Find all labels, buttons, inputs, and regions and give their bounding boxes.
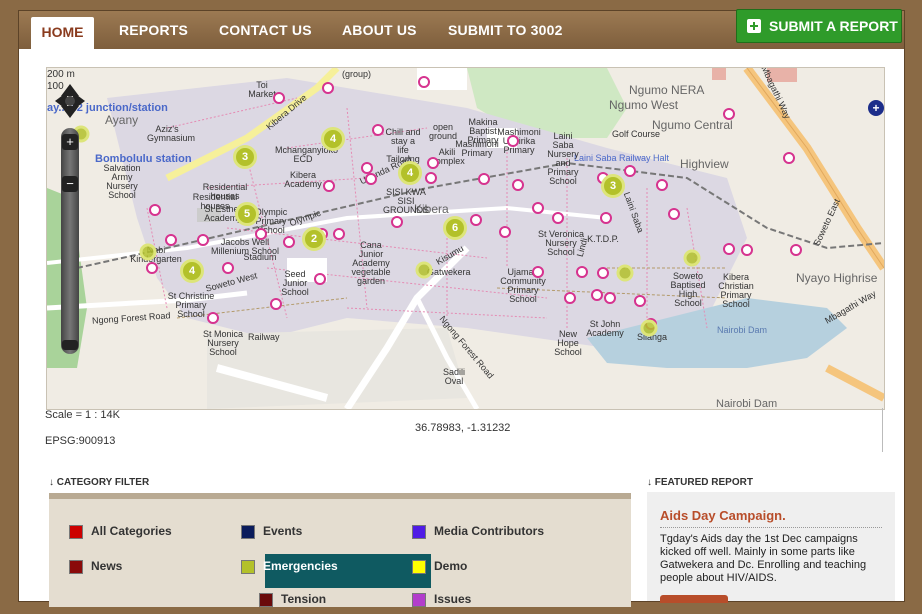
zoom-out-button[interactable]: − (62, 176, 78, 192)
map-road-railway: Railway (248, 332, 280, 342)
map-cluster[interactable]: 4 (321, 127, 345, 151)
featured-report-heading: ↓ FEATURED REPORT (647, 477, 753, 488)
layer-switcher-icon[interactable]: + (868, 100, 884, 116)
nav-home[interactable]: HOME (31, 17, 94, 49)
category-swatch (69, 560, 83, 574)
map-place-ktdp: K.T.D.P. (587, 234, 619, 244)
map-place-highview: Highview (680, 157, 729, 171)
map-place-azizs-gymnasium: Aziz's Gymnasium (147, 124, 196, 143)
category-label: Emergencies (263, 559, 338, 573)
map-place-ujamaa: Ujamaa Community Primary School (500, 267, 546, 304)
map-place-toi-market: Toi Market (248, 80, 276, 99)
map-place-mashimoni-ushirika: Mashimoni Ushirika Primary (497, 127, 541, 155)
map-divider (882, 408, 883, 452)
zoom-handle[interactable] (62, 340, 78, 350)
category-swatch (69, 525, 83, 539)
category-swatch (259, 593, 273, 607)
main-navbar: HOME REPORTS CONTACT US ABOUT US SUBMIT … (19, 9, 904, 49)
map-place-golf-course: Golf Course (612, 129, 661, 139)
map-place-mchanganyioko: Mchanganyioko ECD (275, 145, 339, 164)
nav-about-us[interactable]: ABOUT US (342, 22, 417, 38)
category-swatch (412, 525, 426, 539)
map-place-salvation-army: Salvation Army Nursery School (103, 163, 141, 200)
zoom-in-button[interactable]: + (62, 134, 78, 150)
map-place-nairobi-dam: Nairobi Dam (716, 398, 778, 410)
plus-icon (747, 19, 761, 33)
category-label: Demo (434, 559, 468, 573)
map-cluster[interactable]: 4 (180, 259, 204, 283)
nav-contact-us[interactable]: CONTACT US (219, 22, 312, 38)
submit-report-button[interactable]: SUBMIT A REPORT (736, 9, 902, 43)
featured-report-panel: Aids Day Campaign. Tgday's Aids day the … (647, 492, 895, 603)
nav-submit-to-3002[interactable]: SUBMIT TO 3002 (448, 22, 563, 38)
map-cluster[interactable]: 4 (398, 161, 422, 185)
category-label: Tension (281, 592, 327, 606)
map-place-kibera-christian: Kibera Christian Primary School (718, 272, 754, 309)
category-label: Events (263, 524, 303, 538)
map-place-laini-saba-school: Laini Saba Nursery and Primary School (547, 131, 579, 186)
map-place-stadium: Stadium (243, 252, 277, 262)
nav-reports[interactable]: REPORTS (119, 22, 188, 38)
map-scale-top: 200 m (47, 69, 75, 80)
map-place-silanga: Silanga (637, 332, 668, 342)
category-label: Media Contributors (434, 524, 544, 538)
featured-report-title[interactable]: Aids Day Campaign. (660, 508, 786, 523)
submit-report-label: SUBMIT A REPORT (769, 18, 898, 34)
map-cluster[interactable]: 6 (443, 216, 467, 240)
map-place-ngumo-west: Ngumo West (609, 98, 679, 112)
map-place-gatwekera: Gatwekera (427, 267, 471, 277)
page-frame: HOME REPORTS CONTACT US ABOUT US SUBMIT … (18, 9, 905, 607)
map-place-soweto-baptised: Soweto Baptised High School (670, 271, 706, 308)
map-cluster[interactable]: 2 (302, 227, 326, 251)
map-place-kibera-academy: Kibera Academy (284, 170, 322, 189)
map-place-akili-complex: Akili Complex (429, 147, 465, 166)
report-map[interactable]: ay... 42 junction/station Bombolulu stat… (46, 67, 885, 410)
map-label-laini-saba-halt: Laini Saba Railway Halt (574, 153, 670, 163)
map-place-ayany: Ayany (105, 113, 139, 127)
category-label: News (91, 559, 123, 573)
map-coordinates: 36.78983, -1.31232 (415, 422, 511, 434)
map-place-st-john: St John Academy (586, 319, 624, 338)
category-swatch (412, 593, 426, 607)
category-filter-panel: All Categories Events Media Contributors… (49, 493, 631, 607)
category-swatch (241, 560, 255, 574)
map-place-group: (group) (342, 69, 372, 79)
map-epsg: EPSG:900913 (45, 435, 116, 447)
map-place-st-christine: St Christine Primary School (167, 291, 215, 319)
featured-read-more-button[interactable] (660, 595, 728, 603)
category-swatch (241, 525, 255, 539)
map-place-nairobi-dam-small: Nairobi Dam (717, 325, 768, 335)
map-cluster[interactable]: 5 (235, 202, 259, 226)
map-place-sadili-oval: Sadili Oval (442, 367, 465, 386)
map-place-sisi-grounds: SISI KWA SISI GROUNDS (383, 187, 430, 215)
map-pan-control[interactable] (55, 84, 85, 118)
category-label: Issues (434, 592, 472, 606)
map-cluster[interactable]: 3 (601, 174, 625, 198)
map-place-seed-junior: Seed Junior School (281, 269, 309, 297)
featured-report-body: Tgday's Aids day the 1st Dec campaigns k… (660, 533, 867, 584)
map-place-ngumo-nera: Ngumo NERA (629, 83, 705, 97)
map-place-st-monica: St Monica Nursery School (202, 329, 244, 357)
featured-divider (660, 527, 882, 528)
map-place-cana-junior: Cana Junior Academy vegetable garden (351, 240, 391, 286)
map-place-chill-tailoring: Chill and stay a life Tailoring (385, 127, 421, 164)
map-place-new-hope: New Hope School (554, 329, 582, 357)
map-place-ngumo-central: Ngumo Central (652, 118, 733, 132)
map-zoom-slider[interactable] (61, 128, 79, 354)
map-scale-text: Scale = 1 : 14K (45, 409, 120, 421)
category-label: All Categories (91, 524, 172, 538)
map-place-nyayo-highrise: Nyayo Highrise (796, 271, 878, 285)
category-swatch (412, 560, 426, 574)
map-place-nabi-kindergarten: Nabi Kindergarten (130, 245, 182, 264)
category-filter-heading: ↓ CATEGORY FILTER (49, 477, 150, 488)
map-cluster[interactable]: 3 (233, 145, 257, 169)
